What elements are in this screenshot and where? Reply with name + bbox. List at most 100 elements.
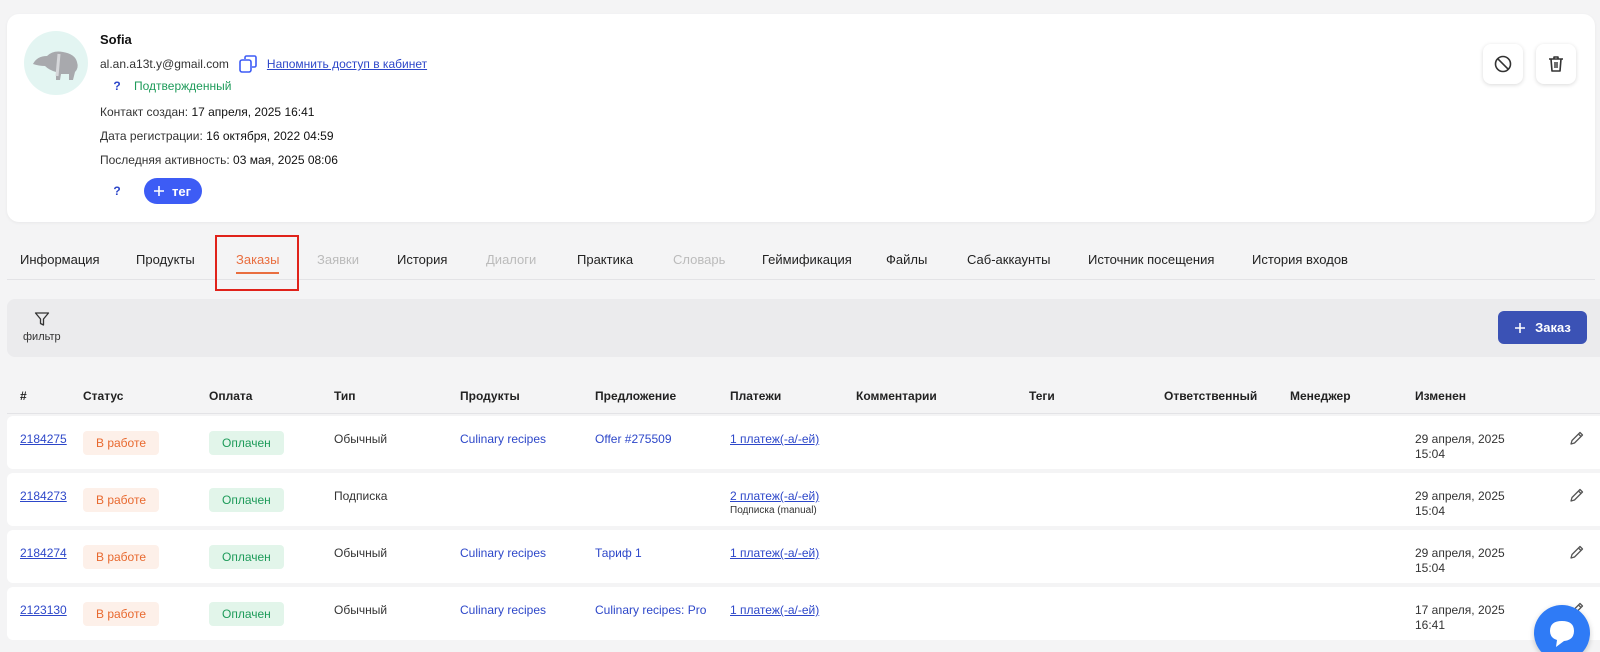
orders-table-header: # Статус Оплата Тип Продукты Предложение…: [7, 378, 1600, 414]
status-badge: В работе: [83, 602, 160, 626]
changed-at: 17 апреля, 2025 16:41: [1415, 603, 1505, 632]
product-link[interactable]: Culinary recipes: [460, 603, 546, 617]
order-type: Обычный: [334, 603, 388, 617]
created-value: 17 апреля, 2025 16:41: [191, 105, 315, 119]
col-offer[interactable]: Предложение: [595, 389, 676, 403]
offer-link[interactable]: Тариф 1: [595, 546, 642, 560]
last-activity-info: Последняя активность: 03 мая, 2025 08:06: [100, 153, 338, 167]
remind-access-link[interactable]: Напомнить доступ в кабинет: [267, 57, 427, 71]
offer-link[interactable]: Offer #275509: [595, 432, 672, 446]
payments-link[interactable]: 1 платеж(-а/-ей): [730, 603, 819, 617]
table-row[interactable]: 2184273 В работе Оплачен Подписка 2 плат…: [7, 473, 1600, 526]
col-comments[interactable]: Комментарии: [856, 389, 937, 403]
product-link[interactable]: Culinary recipes: [460, 432, 546, 446]
tag-help[interactable]: ?: [100, 184, 134, 198]
payments-subtitle: Подписка (manual): [730, 505, 817, 516]
order-id-link[interactable]: 2184275: [20, 432, 67, 446]
contact-name: Sofia: [100, 32, 132, 47]
changed-at: 29 апреля, 2025 15:04: [1415, 432, 1505, 461]
contact-card: Sofia al.an.a13t.y@gmail.com Напомнить д…: [7, 14, 1595, 222]
plus-icon: [154, 186, 164, 196]
changed-at: 29 апреля, 2025 15:04: [1415, 546, 1505, 575]
filter-button[interactable]: фильтр: [23, 311, 61, 343]
last-activity-label: Последняя активность:: [100, 153, 230, 167]
add-order-label: Заказ: [1535, 320, 1571, 335]
payments-link[interactable]: 2 платеж(-а/-ей): [730, 489, 819, 503]
registered-value: 16 октября, 2022 04:59: [206, 129, 334, 143]
payment-badge: Оплачен: [209, 431, 284, 455]
order-type: Обычный: [334, 432, 388, 446]
payment-badge: Оплачен: [209, 602, 284, 626]
orders-toolbar: фильтр Заказ: [7, 299, 1600, 357]
status-badge: В работе: [83, 431, 160, 455]
edit-icon[interactable]: [1569, 487, 1585, 503]
payment-badge: Оплачен: [209, 488, 284, 512]
payment-badge: Оплачен: [209, 545, 284, 569]
verification-status: Подтвержденный: [134, 79, 232, 93]
changed-at: 29 апреля, 2025 15:04: [1415, 489, 1505, 518]
status-badge: В работе: [83, 488, 160, 512]
offer-link[interactable]: Culinary recipes: Pro: [595, 603, 706, 617]
order-id-link[interactable]: 2123130: [20, 603, 67, 617]
edit-icon[interactable]: [1569, 544, 1585, 560]
tab-practice[interactable]: Практика: [577, 240, 633, 280]
tab-dialogs[interactable]: Диалоги: [486, 240, 536, 280]
tab-dictionary[interactable]: Словарь: [673, 240, 725, 280]
tab-login-history[interactable]: История входов: [1252, 240, 1348, 280]
add-order-button[interactable]: Заказ: [1498, 311, 1587, 344]
tab-products[interactable]: Продукты: [136, 240, 195, 280]
table-row[interactable]: 2184274 В работе Оплачен Обычный Culinar…: [7, 530, 1600, 583]
col-payments[interactable]: Платежи: [730, 389, 781, 403]
col-status[interactable]: Статус: [83, 389, 123, 403]
verification-row: ? Подтвержденный: [100, 79, 231, 93]
col-changed[interactable]: Изменен: [1415, 389, 1466, 403]
delete-button[interactable]: [1536, 44, 1576, 84]
add-tag-label: тег: [172, 183, 192, 199]
tab-visit-source[interactable]: Источник посещения: [1088, 240, 1214, 280]
col-manager[interactable]: Менеджер: [1290, 389, 1351, 403]
plus-icon: [1515, 322, 1526, 333]
verification-help[interactable]: ?: [100, 79, 134, 93]
payments-link[interactable]: 1 платеж(-а/-ей): [730, 546, 819, 560]
col-responsible[interactable]: Ответственный: [1164, 389, 1257, 403]
col-products[interactable]: Продукты: [460, 389, 520, 403]
contact-email: al.an.a13t.y@gmail.com: [100, 57, 229, 71]
col-tags[interactable]: Теги: [1029, 389, 1055, 403]
payments-link[interactable]: 1 платеж(-а/-ей): [730, 432, 819, 446]
order-id-link[interactable]: 2184273: [20, 489, 67, 503]
created-info: Контакт создан: 17 апреля, 2025 16:41: [100, 105, 314, 119]
avatar: [24, 31, 88, 95]
col-id[interactable]: #: [20, 389, 27, 403]
active-tab-highlight: [215, 235, 299, 291]
tab-gamification[interactable]: Геймификация: [762, 240, 852, 280]
status-badge: В работе: [83, 545, 160, 569]
add-tag-button[interactable]: тег: [144, 178, 203, 204]
chat-widget-button[interactable]: [1534, 605, 1590, 652]
block-button[interactable]: [1483, 44, 1523, 84]
col-type[interactable]: Тип: [334, 389, 356, 403]
order-id-link[interactable]: 2184274: [20, 546, 67, 560]
table-row[interactable]: 2184275 В работе Оплачен Обычный Culinar…: [7, 416, 1600, 469]
table-row[interactable]: 2123130 В работе Оплачен Обычный Culinar…: [7, 587, 1600, 640]
col-payment[interactable]: Оплата: [209, 389, 252, 403]
registered-info: Дата регистрации: 16 октября, 2022 04:59: [100, 129, 334, 143]
edit-icon[interactable]: [1569, 430, 1585, 446]
filter-label: фильтр: [23, 331, 61, 343]
registered-label: Дата регистрации:: [100, 129, 203, 143]
copy-icon[interactable]: [239, 55, 257, 73]
product-link[interactable]: Culinary recipes: [460, 546, 546, 560]
tag-row: ? тег: [100, 178, 203, 204]
created-label: Контакт создан:: [100, 105, 189, 119]
order-type: Обычный: [334, 546, 388, 560]
block-icon: [1494, 55, 1512, 73]
filter-icon: [34, 312, 49, 326]
order-type: Подписка: [334, 489, 388, 503]
tab-files[interactable]: Файлы: [886, 240, 927, 280]
tab-requests[interactable]: Заявки: [317, 240, 359, 280]
anteater-icon: [33, 51, 78, 80]
email-row: al.an.a13t.y@gmail.com Напомнить доступ …: [100, 55, 427, 73]
last-activity-value: 03 мая, 2025 08:06: [233, 153, 338, 167]
tab-information[interactable]: Информация: [20, 240, 100, 280]
tab-subaccounts[interactable]: Саб-аккаунты: [967, 240, 1051, 280]
tab-history[interactable]: История: [397, 240, 447, 280]
